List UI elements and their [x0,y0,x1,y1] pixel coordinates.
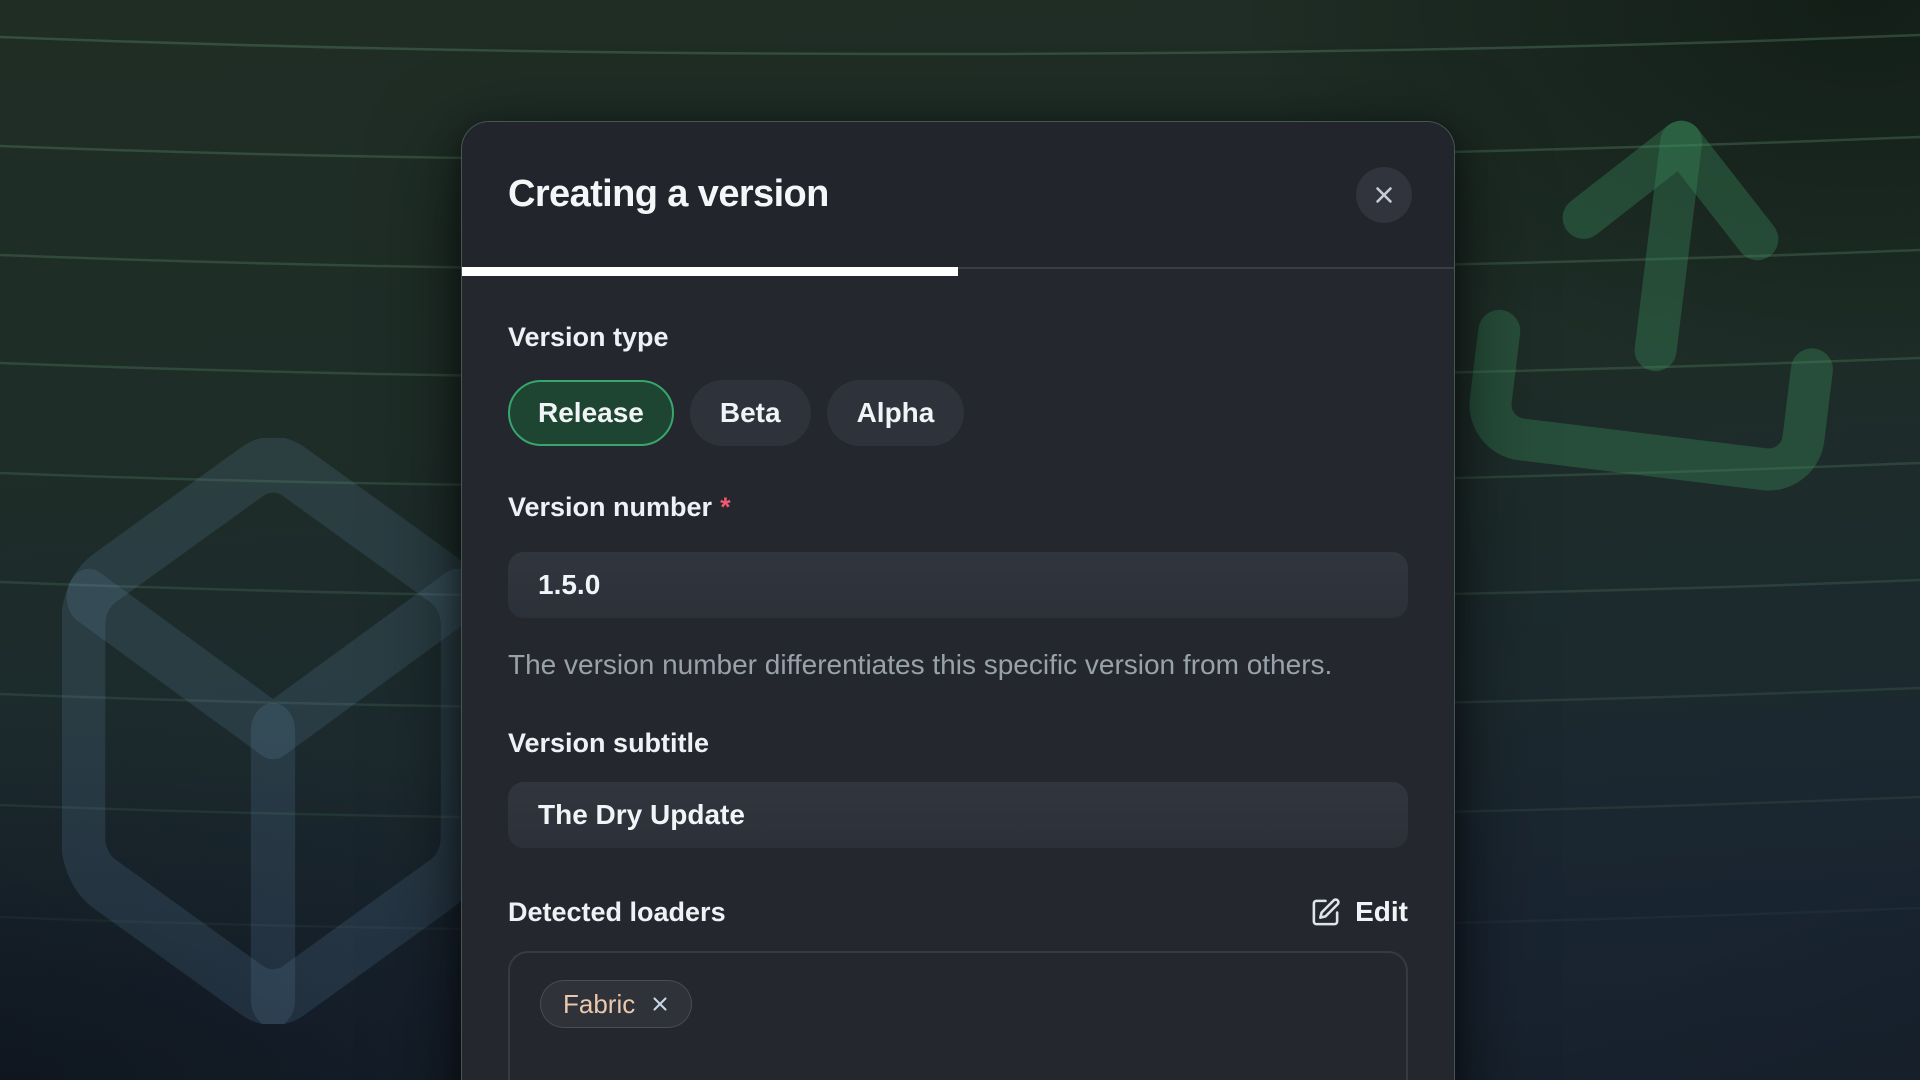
edit-loaders-button[interactable]: Edit [1310,896,1408,928]
modal-header: Creating a version [462,122,1454,267]
remove-loader-button[interactable] [649,993,671,1015]
detected-loaders-box: Fabric [508,951,1408,1080]
version-subtitle-label: Version subtitle [508,727,1408,759]
progress-fill [462,267,958,276]
version-number-input[interactable] [508,552,1408,618]
box-icon [62,438,484,1024]
version-type-label: Version type [508,321,1408,353]
edit-label: Edit [1355,896,1408,928]
type-release-button[interactable]: Release [508,380,674,446]
type-alpha-button[interactable]: Alpha [827,380,965,446]
upload-icon [1427,58,1897,538]
version-number-label: Version number* [508,491,1408,523]
version-type-options: Release Beta Alpha [508,380,1408,446]
required-asterisk: * [720,492,731,522]
square-pen-icon [1310,897,1341,928]
page-background: Creating a version Version type Release … [0,0,1920,1080]
version-number-help: The version number differentiates this s… [508,643,1388,687]
type-beta-button[interactable]: Beta [690,380,811,446]
version-subtitle-input[interactable] [508,782,1408,848]
loader-chip-fabric: Fabric [540,980,692,1028]
x-icon [1371,182,1397,208]
detected-loaders-row: Detected loaders Edit [508,896,1408,928]
x-icon [649,993,671,1015]
close-button[interactable] [1356,167,1412,223]
progress-bar [462,267,1454,276]
modal-body: Version type Release Beta Alpha Version … [462,276,1454,1080]
detected-loaders-label: Detected loaders [508,896,726,928]
creating-version-modal: Creating a version Version type Release … [461,121,1455,1080]
modal-title: Creating a version [508,173,829,216]
loader-chip-label: Fabric [563,989,635,1020]
